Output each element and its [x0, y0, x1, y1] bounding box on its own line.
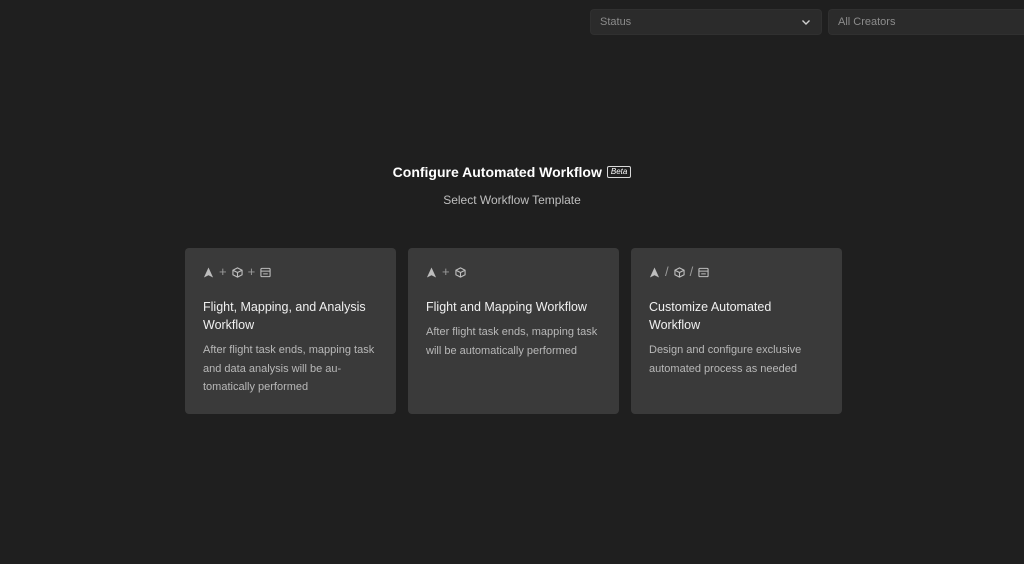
flight-icon	[426, 266, 437, 278]
page-subtitle: Select Workflow Template	[443, 193, 581, 207]
card-title: Flight, Mapping, and Analysis Workflow	[203, 300, 366, 332]
workflow-card-flight-mapping[interactable]: + Flight and Mapping Workflow After flig…	[408, 248, 619, 414]
flight-icon	[203, 266, 214, 278]
card-description: Design and configure exclusive automated…	[649, 344, 802, 375]
creators-select-placeholder: All Creators	[838, 16, 896, 28]
page-header: Configure Automated Workflow Beta Select…	[0, 164, 1024, 207]
card-description: After flight task ends, mapping task wil…	[426, 326, 598, 357]
page-title: Configure Automated Workflow	[392, 164, 602, 180]
workflow-card-customize[interactable]: / / Customize Automated Workflow Design …	[631, 248, 842, 414]
card-title: Flight and Mapping Workflow	[426, 300, 587, 314]
workflow-template-list: + + Flight, Mapping, and Analysis Workfl…	[185, 248, 842, 414]
filter-bar: Status All Creators	[590, 9, 1024, 35]
plus-icon: +	[247, 264, 256, 279]
card-description: After flight task ends, mapping task and…	[203, 344, 375, 393]
card-icon-row: / /	[649, 265, 824, 279]
mapping-icon	[231, 266, 243, 278]
analysis-icon	[260, 267, 271, 277]
plus-icon: +	[442, 264, 450, 279]
card-icon-row: + +	[203, 265, 378, 279]
flight-icon	[649, 266, 660, 278]
slash-icon: /	[665, 264, 669, 279]
card-icon-row: +	[426, 265, 601, 279]
status-select[interactable]: Status	[590, 9, 822, 35]
chevron-down-icon	[802, 20, 810, 25]
beta-badge: Beta	[606, 166, 632, 178]
card-title: Customize Automated Workflow	[649, 300, 772, 332]
slash-icon: /	[689, 264, 694, 279]
title-row: Configure Automated Workflow Beta	[393, 164, 632, 180]
workflow-card-flight-mapping-analysis[interactable]: + + Flight, Mapping, and Analysis Workfl…	[185, 248, 396, 414]
analysis-icon	[698, 267, 709, 277]
status-select-placeholder: Status	[600, 16, 632, 28]
mapping-icon	[454, 266, 466, 278]
plus-icon: +	[219, 264, 227, 279]
creators-select[interactable]: All Creators	[828, 9, 1024, 35]
mapping-icon	[673, 266, 685, 278]
